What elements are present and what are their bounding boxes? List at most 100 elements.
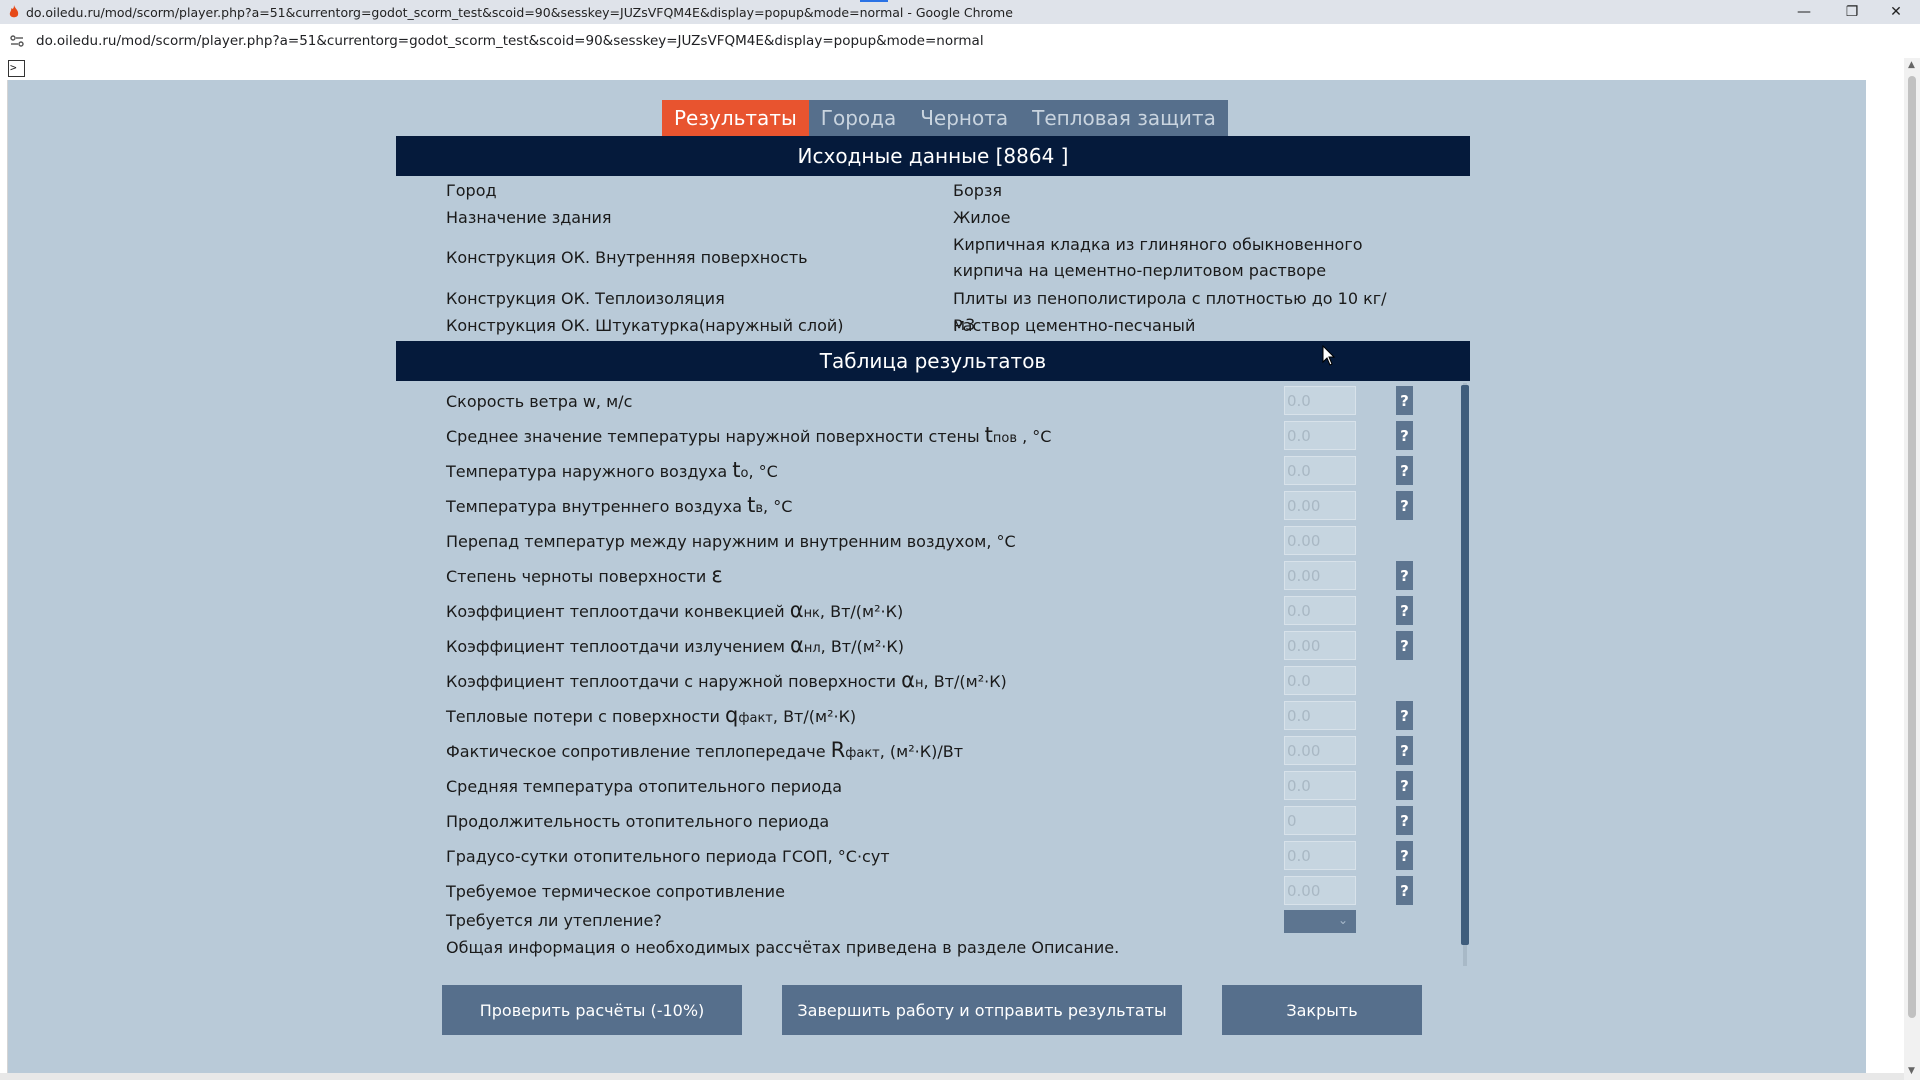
result-label-text: Перепад температур между наружним и внут… [446, 532, 1016, 551]
console-strip [0, 58, 1920, 80]
tab-2[interactable]: Чернота [908, 100, 1020, 136]
result-value-input[interactable] [1284, 561, 1356, 590]
result-label-sub: н [915, 676, 924, 691]
result-value-input[interactable] [1284, 701, 1356, 730]
mouse-cursor-icon [1322, 345, 1336, 366]
result-label-tail: , Вт/(м²·К) [820, 637, 904, 656]
browser-title-bar: do.oiledu.ru/mod/scorm/player.php?a=51&c… [0, 0, 1920, 24]
result-label: Коэффициент теплоотдачи с наружной повер… [446, 667, 1007, 697]
result-value-input[interactable] [1284, 806, 1356, 835]
insulation-select[interactable]: ⌄ [1284, 910, 1356, 933]
result-value-input[interactable] [1284, 631, 1356, 660]
result-value-input[interactable] [1284, 421, 1356, 450]
restore-button[interactable]: ❐ [1830, 0, 1874, 24]
result-label-text: Среднее значение температуры наружной по… [446, 427, 985, 446]
flame-icon [9, 5, 19, 18]
help-button[interactable]: ? [1396, 876, 1413, 905]
tab-bar: Результаты Города Чернота Тепловая защита [662, 100, 1228, 136]
result-value-input[interactable] [1284, 596, 1356, 625]
result-value-input[interactable] [1284, 876, 1356, 905]
result-label-sym: α [901, 668, 916, 692]
result-label-sym: α [789, 598, 804, 622]
result-value-input[interactable] [1284, 771, 1356, 800]
source-value: Кирпичная кладка из глиняного обыкновенн… [953, 235, 1363, 280]
close-window-button[interactable]: ✕ [1874, 0, 1918, 24]
tab-0[interactable]: Результаты [662, 100, 809, 136]
console-prompt[interactable]: > [8, 60, 25, 77]
result-label-text: Коэффициент теплоотдачи излучением [446, 637, 790, 656]
result-label: Перепад температур между наружним и внут… [446, 527, 1016, 557]
result-label-tail: , Вт/(м²·К) [923, 672, 1007, 691]
source-label: Конструкция ОК. Внутренняя поверхность [446, 248, 808, 267]
tab-3[interactable]: Тепловая защита [1020, 100, 1228, 136]
help-button[interactable]: ? [1396, 561, 1413, 590]
check-calculations-button[interactable]: Проверить расчёты (-10%) [442, 985, 742, 1035]
help-button[interactable]: ? [1396, 701, 1413, 730]
result-label: Тепловые потери с поверхности qфакт, Вт/… [446, 702, 856, 732]
result-label-text: Продолжительность отопительного периода [446, 812, 830, 831]
result-label-text: Коэффициент теплоотдачи конвекцией [446, 602, 790, 621]
result-label-sub: факт [738, 711, 773, 726]
result-value-input[interactable] [1284, 526, 1356, 555]
results-table-header: Таблица результатов [396, 341, 1470, 381]
url-text[interactable]: do.oiledu.ru/mod/scorm/player.php?a=51&c… [36, 33, 984, 49]
results-scrollbar[interactable] [1461, 383, 1469, 966]
window-title: do.oiledu.ru/mod/scorm/player.php?a=51&c… [26, 4, 1013, 20]
page-scrollbar[interactable]: ▲ ▼ [1904, 58, 1920, 1080]
help-button[interactable]: ? [1396, 736, 1413, 765]
result-value-input[interactable] [1284, 491, 1356, 520]
help-button[interactable]: ? [1396, 386, 1413, 415]
source-label: Конструкция ОК. Штукатурка(наружный слой… [446, 316, 844, 335]
result-label-tail: , (м²·К)/Вт [879, 742, 964, 761]
source-label: Город [446, 181, 497, 200]
help-button[interactable]: ? [1396, 456, 1413, 485]
result-label: Продолжительность отопительного периода [446, 807, 829, 837]
tab-1[interactable]: Города [809, 100, 908, 136]
address-bar[interactable]: do.oiledu.ru/mod/scorm/player.php?a=51&c… [0, 24, 1920, 58]
result-label: Температура внутреннего воздуха tв, °C [446, 492, 792, 522]
scroll-down-icon[interactable]: ▼ [1908, 1066, 1915, 1076]
result-label: Коэффициент теплоотдачи излучением αнл, … [446, 632, 904, 662]
result-label-text: Скорость ветра w, м/с [446, 392, 633, 411]
page-scrollbar-thumb[interactable] [1908, 76, 1916, 1018]
result-label-text: Тепловые потери с поверхности [446, 707, 726, 726]
help-button[interactable]: ? [1396, 596, 1413, 625]
result-label: Градусо-сутки отопительного периода ГСОП… [446, 842, 890, 872]
results-scrollbar-thumb[interactable] [1461, 385, 1469, 945]
help-button[interactable]: ? [1396, 421, 1413, 450]
result-label-text: Средняя температура отопительного период… [446, 777, 842, 796]
result-label-tail: , °C [1017, 427, 1052, 446]
insulation-question: Требуется ли утепление? [446, 911, 662, 930]
result-value-input[interactable] [1284, 736, 1356, 765]
result-label: Скорость ветра w, м/с [446, 387, 632, 417]
help-button[interactable]: ? [1396, 491, 1413, 520]
finish-and-submit-button[interactable]: Завершить работу и отправить результаты [782, 985, 1182, 1035]
result-label: Среднее значение температуры наружной по… [446, 422, 1051, 452]
source-value: Борзя [953, 181, 1003, 200]
scroll-up-icon[interactable]: ▲ [1908, 60, 1915, 70]
result-value-input[interactable] [1284, 666, 1356, 695]
result-value-input[interactable] [1284, 386, 1356, 415]
result-label-sym: t [984, 423, 993, 447]
help-button[interactable]: ? [1396, 841, 1413, 870]
result-label-text: Требуемое термическое сопротивление [446, 882, 785, 901]
result-label: Требуемое термическое сопротивление [446, 877, 785, 907]
app-canvas [8, 80, 1866, 1073]
site-info-icon[interactable] [10, 35, 24, 47]
help-button[interactable]: ? [1396, 771, 1413, 800]
result-label: Фактическое сопротивление теплопередаче … [446, 737, 963, 767]
page-left-edge [0, 80, 8, 1080]
result-label-text: Коэффициент теплоотдачи с наружной повер… [446, 672, 902, 691]
minimize-button[interactable]: — [1782, 0, 1826, 24]
close-button[interactable]: Закрыть [1222, 985, 1422, 1035]
result-label-sub: пов [992, 431, 1018, 446]
bottom-strip [0, 1073, 1904, 1080]
result-value-input[interactable] [1284, 841, 1356, 870]
help-button[interactable]: ? [1396, 806, 1413, 835]
help-button[interactable]: ? [1396, 631, 1413, 660]
source-data-header: Исходные данные [8864 ] [396, 136, 1470, 176]
source-value: Жилое [953, 208, 1011, 227]
result-value-input[interactable] [1284, 456, 1356, 485]
result-label-tail: , Вт/(м²·К) [772, 707, 857, 726]
result-label-tail: , °C [748, 462, 778, 481]
